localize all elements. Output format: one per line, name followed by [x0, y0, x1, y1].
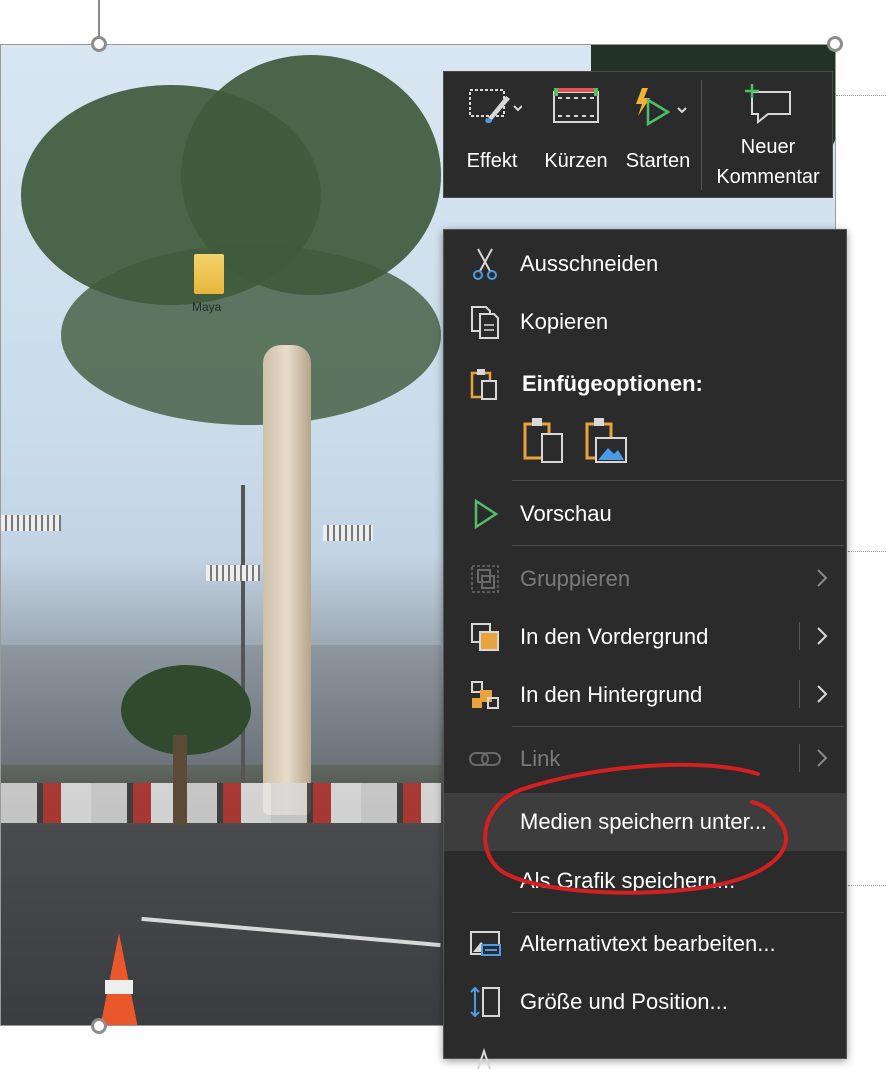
- start-label: Starten: [625, 150, 691, 172]
- menu-item-preview-label: Vorschau: [520, 501, 612, 526]
- menu-item-send-backward-label: In den Hintergrund: [520, 682, 703, 707]
- resize-handle-top[interactable]: [91, 36, 107, 52]
- effect-button[interactable]: Effekt: [454, 72, 530, 197]
- link-icon: [469, 752, 501, 766]
- menu-item-preview[interactable]: Vorschau: [444, 485, 846, 543]
- menu-separator: [512, 545, 844, 546]
- photo-light-pole: [241, 485, 245, 785]
- menu-item-save-media-as-label: Medien speichern unter...: [520, 809, 768, 834]
- menu-item-group-label: Gruppieren: [520, 566, 631, 591]
- menu-item-bring-forward-label: In den Vordergrund: [520, 624, 709, 649]
- photo-tree-trunk: [263, 345, 311, 815]
- menu-item-edit-alt-text[interactable]: Alternativtext bearbeiten...: [444, 915, 846, 973]
- menu-item-send-backward[interactable]: In den Hintergrund: [444, 666, 846, 724]
- trim-icon: [553, 88, 599, 123]
- paste-options-header: Einfügeoptionen:: [444, 355, 846, 405]
- resize-handle-bottom[interactable]: [91, 1018, 107, 1034]
- effect-label: Effekt: [466, 150, 518, 172]
- guide-line: [848, 885, 886, 886]
- context-menu: Ausschneiden Kopieren Einfügeoptionen: V…: [443, 229, 847, 1070]
- new-comment-icon: [745, 84, 791, 125]
- photo-stadium-lights: [323, 525, 373, 541]
- format-icon: [477, 1047, 491, 1070]
- paste-as-picture-icon[interactable]: [584, 416, 628, 466]
- menu-item-save-media-as[interactable]: Medien speichern unter...: [444, 793, 846, 851]
- menu-item-bring-forward[interactable]: In den Vordergrund: [444, 608, 846, 666]
- menu-item-save-as-picture-label: Als Grafik speichern...: [520, 868, 736, 893]
- menu-item-save-as-picture[interactable]: Als Grafik speichern...: [444, 852, 846, 910]
- photo-tree-canopy: [61, 245, 441, 425]
- menu-item-cut-label: Ausschneiden: [520, 251, 659, 276]
- toolbar-separator: [701, 80, 702, 190]
- folder-icon[interactable]: [194, 254, 224, 294]
- menu-item-copy-label: Kopieren: [520, 309, 609, 334]
- menu-item-copy[interactable]: Kopieren: [444, 293, 846, 351]
- copy-icon: [471, 306, 499, 339]
- submenu-divider: [799, 622, 800, 650]
- paste-options-label: Einfügeoptionen:: [522, 371, 703, 396]
- scissors-icon: [473, 248, 497, 280]
- group-icon: [471, 565, 499, 593]
- menu-item-group: Gruppieren: [444, 550, 846, 608]
- menu-separator: [512, 912, 844, 913]
- play-icon: [474, 498, 499, 530]
- menu-item-link: Link: [444, 730, 846, 788]
- menu-item-next-partial[interactable]: [444, 1031, 846, 1070]
- chevron-right-icon: [817, 569, 828, 587]
- photo-stadium-lights: [1, 515, 61, 531]
- trim-button[interactable]: Kürzen: [538, 72, 614, 197]
- trim-label: Kürzen: [544, 150, 608, 172]
- submenu-divider: [799, 744, 800, 772]
- new-comment-button[interactable]: Neuer Kommentar: [706, 72, 830, 197]
- mini-toolbar: Effekt Kürzen Starten Neuer Kommentar: [443, 71, 833, 198]
- menu-item-size-position[interactable]: Größe und Position...: [444, 973, 846, 1031]
- effect-icon: [469, 89, 522, 124]
- chevron-right-icon[interactable]: [816, 626, 828, 646]
- menu-item-cut[interactable]: Ausschneiden: [444, 235, 846, 293]
- start-icon: [636, 88, 687, 127]
- start-button[interactable]: Starten: [620, 72, 696, 197]
- chevron-right-icon: [817, 749, 828, 767]
- size-position-icon: [470, 986, 500, 1018]
- submenu-divider: [799, 680, 800, 708]
- bring-forward-icon: [471, 623, 499, 651]
- chevron-right-icon[interactable]: [816, 684, 828, 704]
- photo-cone-stripe: [105, 980, 133, 994]
- photo-parked-cars: [1, 783, 441, 823]
- guide-line: [836, 95, 886, 96]
- resize-handle-top-right[interactable]: [827, 36, 843, 52]
- menu-item-link-label: Link: [520, 746, 561, 771]
- alt-text-icon: [470, 931, 501, 956]
- menu-item-edit-alt-text-label: Alternativtext bearbeiten...: [520, 931, 776, 956]
- new-comment-label-line2: Kommentar: [716, 166, 820, 188]
- send-backward-icon: [471, 681, 499, 709]
- paste-keep-source-icon[interactable]: [522, 416, 566, 466]
- folder-label: Maya: [192, 300, 222, 314]
- photo-stadium-lights: [206, 565, 260, 581]
- menu-item-size-position-label: Größe und Position...: [520, 989, 728, 1014]
- guide-line: [848, 551, 886, 552]
- menu-separator: [512, 726, 844, 727]
- new-comment-label-line1: Neuer: [740, 136, 796, 158]
- menu-separator: [512, 480, 844, 481]
- paste-icon: [470, 369, 497, 400]
